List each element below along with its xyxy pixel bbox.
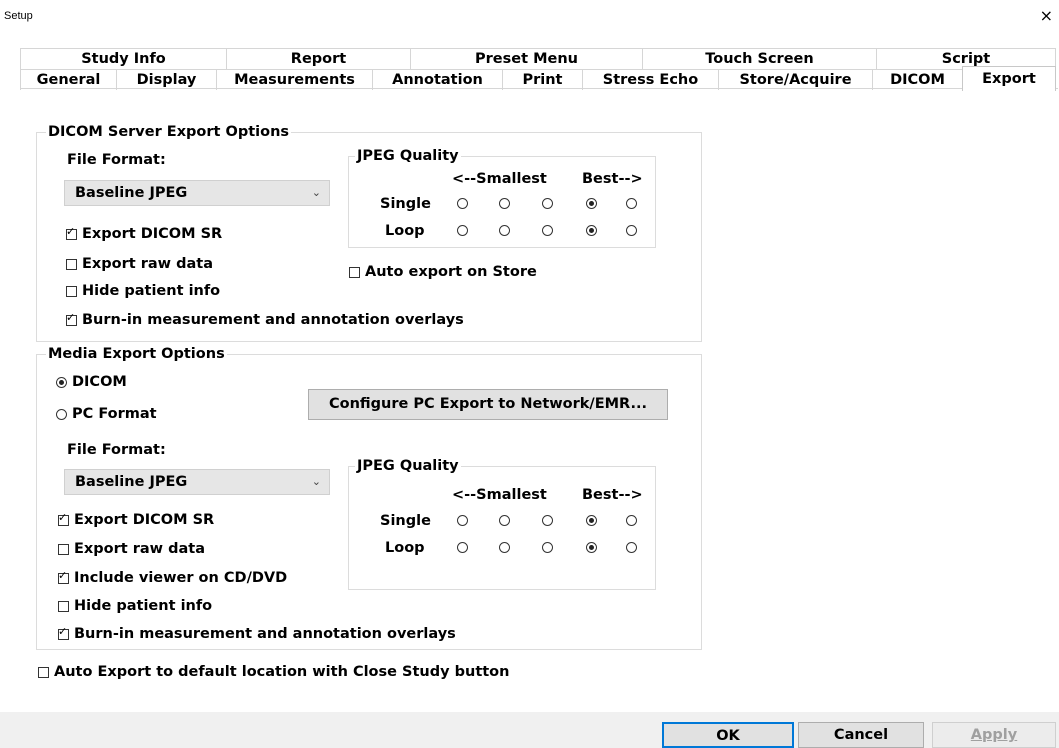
ok-button[interactable]: OK	[662, 722, 794, 748]
tab-general[interactable]: General	[20, 69, 116, 90]
server-single-quality-3-radio[interactable]	[542, 198, 553, 209]
media-loop-quality-4-radio[interactable]	[586, 542, 597, 553]
tab-preset-menu[interactable]: Preset Menu	[410, 48, 642, 69]
media-hide-patient-info-checkbox[interactable]: Hide patient info	[58, 598, 212, 614]
server-single-label: Single	[380, 196, 431, 212]
auto-export-on-store-checkbox[interactable]: Auto export on Store	[349, 264, 537, 280]
media-loop-label: Loop	[385, 540, 425, 556]
media-include-viewer-checkbox[interactable]: ✓ Include viewer on CD/DVD	[58, 568, 287, 586]
checkbox-unchecked-icon	[38, 666, 49, 678]
media-single-quality-5-radio[interactable]	[626, 515, 637, 526]
server-single-quality-4-radio[interactable]	[586, 198, 597, 209]
cancel-button[interactable]: Cancel	[798, 722, 924, 748]
media-single-quality-2-radio[interactable]	[499, 515, 510, 526]
chevron-down-icon: ⌄	[311, 475, 321, 488]
checkbox-checked-icon: ✓	[66, 310, 77, 326]
checkbox-unchecked-icon	[349, 266, 360, 278]
chevron-down-icon: ⌄	[311, 186, 321, 199]
title-bar: Setup ×	[0, 0, 1059, 34]
media-burn-in-overlays-checkbox[interactable]: ✓ Burn-in measurement and annotation over…	[58, 624, 456, 642]
media-smallest-label: <--Smallest	[452, 487, 547, 503]
auto-export-close-study-checkbox[interactable]: Auto Export to default location with Clo…	[38, 664, 509, 680]
tab-export[interactable]: Export	[962, 66, 1056, 91]
checkbox-checked-icon: ✓	[58, 510, 69, 526]
tab-stress-echo[interactable]: Stress Echo	[582, 69, 718, 90]
checkbox-unchecked-icon	[66, 258, 77, 270]
server-jpeg-quality-label: JPEG Quality	[355, 148, 461, 164]
media-single-quality-4-radio[interactable]	[586, 515, 597, 526]
checkbox-unchecked-icon	[58, 543, 69, 555]
media-dicom-radio[interactable]: DICOM	[56, 374, 127, 390]
media-single-quality-1-radio[interactable]	[457, 515, 468, 526]
server-single-quality-5-radio[interactable]	[626, 198, 637, 209]
configure-pc-export-button[interactable]: Configure PC Export to Network/EMR...	[308, 389, 668, 420]
checkbox-checked-icon: ✓	[66, 224, 77, 240]
tab-annotation[interactable]: Annotation	[372, 69, 502, 90]
server-export-dicom-sr-checkbox[interactable]: ✓ Export DICOM SR	[66, 224, 222, 242]
media-export-dicom-sr-checkbox[interactable]: ✓ Export DICOM SR	[58, 510, 214, 528]
server-file-format-value: Baseline JPEG	[75, 185, 188, 201]
radio-unselected-icon	[56, 408, 67, 420]
media-jpeg-quality-label: JPEG Quality	[355, 458, 461, 474]
server-loop-quality-1-radio[interactable]	[457, 225, 468, 236]
tab-study-info[interactable]: Study Info	[20, 48, 226, 69]
tab-display[interactable]: Display	[116, 69, 216, 90]
server-single-quality-1-radio[interactable]	[457, 198, 468, 209]
server-best-label: Best-->	[582, 171, 643, 187]
media-file-format-value: Baseline JPEG	[75, 474, 188, 490]
media-loop-quality-3-radio[interactable]	[542, 542, 553, 553]
media-single-label: Single	[380, 513, 431, 529]
media-file-format-select[interactable]: Baseline JPEG ⌄	[64, 469, 330, 495]
server-hide-patient-info-checkbox[interactable]: Hide patient info	[66, 283, 220, 299]
checkbox-unchecked-icon	[58, 600, 69, 612]
dicom-server-export-label: DICOM Server Export Options	[46, 124, 292, 140]
checkbox-checked-icon: ✓	[58, 624, 69, 640]
media-loop-quality-5-radio[interactable]	[626, 542, 637, 553]
media-best-label: Best-->	[582, 487, 643, 503]
media-loop-quality-2-radio[interactable]	[499, 542, 510, 553]
server-file-format-label: File Format:	[67, 152, 166, 168]
server-single-quality-2-radio[interactable]	[499, 198, 510, 209]
server-smallest-label: <--Smallest	[452, 171, 547, 187]
server-file-format-select[interactable]: Baseline JPEG ⌄	[64, 180, 330, 206]
server-export-raw-data-checkbox[interactable]: Export raw data	[66, 256, 213, 272]
media-file-format-label: File Format:	[67, 442, 166, 458]
tab-dicom[interactable]: DICOM	[872, 69, 962, 90]
server-loop-label: Loop	[385, 223, 425, 239]
media-export-label: Media Export Options	[46, 346, 227, 362]
media-single-quality-3-radio[interactable]	[542, 515, 553, 526]
apply-button-label: Apply	[970, 727, 1018, 743]
checkbox-checked-icon: ✓	[58, 568, 69, 584]
tab-store-acquire[interactable]: Store/Acquire	[718, 69, 872, 90]
window-title: Setup	[4, 10, 33, 22]
server-loop-quality-2-radio[interactable]	[499, 225, 510, 236]
server-loop-quality-5-radio[interactable]	[626, 225, 637, 236]
close-icon[interactable]: ×	[1040, 6, 1053, 25]
media-loop-quality-1-radio[interactable]	[457, 542, 468, 553]
tab-report[interactable]: Report	[226, 48, 410, 69]
checkbox-unchecked-icon	[66, 285, 77, 297]
radio-selected-icon	[56, 376, 67, 388]
apply-button[interactable]: Apply	[932, 722, 1056, 748]
server-loop-quality-4-radio[interactable]	[586, 225, 597, 236]
media-export-raw-data-checkbox[interactable]: Export raw data	[58, 541, 205, 557]
tab-print[interactable]: Print	[502, 69, 582, 90]
server-burn-in-overlays-checkbox[interactable]: ✓ Burn-in measurement and annotation over…	[66, 310, 464, 328]
tab-touch-screen[interactable]: Touch Screen	[642, 48, 876, 69]
tab-measurements[interactable]: Measurements	[216, 69, 372, 90]
server-loop-quality-3-radio[interactable]	[542, 225, 553, 236]
media-pc-format-radio[interactable]: PC Format	[56, 406, 157, 422]
